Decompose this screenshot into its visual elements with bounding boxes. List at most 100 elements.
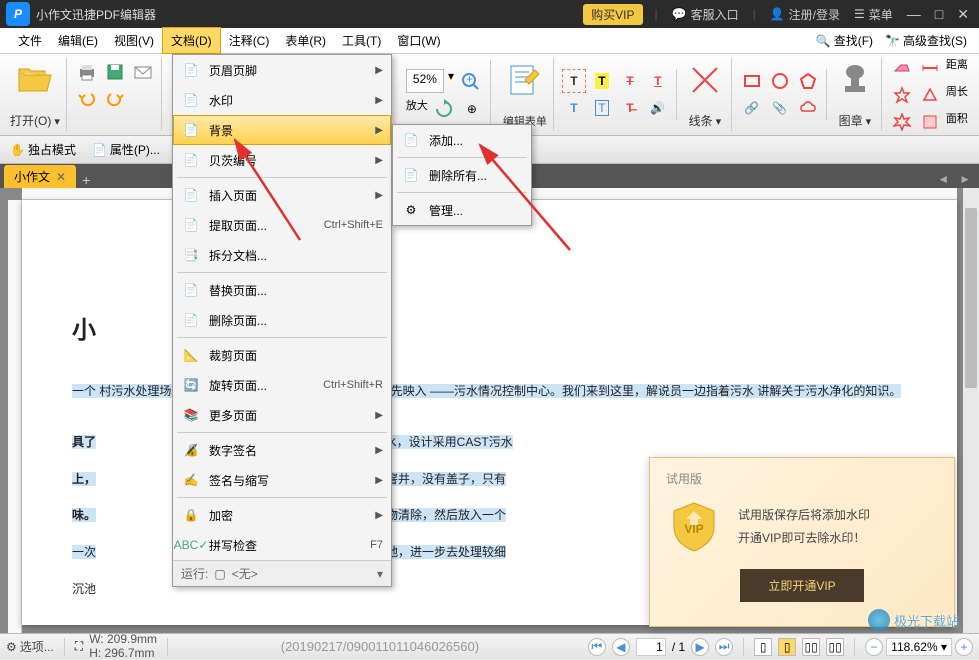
text-edit-icon[interactable]: T xyxy=(562,96,586,120)
page-number-input[interactable] xyxy=(636,638,666,656)
sound-icon[interactable]: 🔊 xyxy=(646,96,670,120)
view-single-button[interactable]: ▯ xyxy=(754,638,772,656)
find-button[interactable]: 🔍 查找(F) xyxy=(810,30,879,51)
dd-crop-page[interactable]: 📐裁剪页面 xyxy=(173,340,391,370)
star-icon[interactable] xyxy=(890,83,914,107)
email-icon[interactable] xyxy=(131,60,155,84)
zoom-percent: 52% xyxy=(406,69,444,93)
rect-icon[interactable] xyxy=(740,69,764,93)
menu-view[interactable]: 视图(V) xyxy=(106,28,162,53)
zoom-in-button[interactable]: + xyxy=(955,638,973,656)
distance-icon[interactable] xyxy=(918,56,942,80)
tab-next-button[interactable]: ► xyxy=(955,170,975,188)
text-tool-icon[interactable]: T xyxy=(562,69,586,93)
edit-form-icon[interactable] xyxy=(505,60,545,100)
pages-icon: 📚 xyxy=(181,405,201,425)
view-facing-button[interactable]: ▯▯ xyxy=(802,638,820,656)
highlight-icon[interactable]: T xyxy=(590,69,614,93)
submenu-delete-all[interactable]: 📄删除所有... xyxy=(393,160,531,190)
menu-document[interactable]: 文档(D) xyxy=(162,27,221,54)
perimeter-icon[interactable] xyxy=(918,83,942,107)
dd-digital-sign[interactable]: 🔏数字签名▶ xyxy=(173,435,391,465)
tab-close-icon[interactable]: ✕ xyxy=(56,170,66,184)
burst-icon[interactable] xyxy=(890,110,914,134)
document-tab[interactable]: 小作文 ✕ xyxy=(4,165,76,188)
text-box-icon[interactable]: T xyxy=(590,96,614,120)
dd-watermark[interactable]: 📄水印▶ xyxy=(173,85,391,115)
stamp-icon[interactable] xyxy=(835,60,875,100)
zoom-out-button[interactable]: − xyxy=(865,638,883,656)
options-button[interactable]: ⚙ 选项... xyxy=(6,638,54,655)
eraser-icon[interactable] xyxy=(890,56,914,80)
zoom-plus-icon[interactable]: ⊕ xyxy=(460,97,484,121)
exclusive-label: 独占模式 xyxy=(28,141,76,158)
undo-icon[interactable] xyxy=(75,86,99,110)
dd-insert-page[interactable]: 📄插入页面▶ xyxy=(173,180,391,210)
dd-extract-page[interactable]: 📄提取页面...Ctrl+Shift+E xyxy=(173,210,391,240)
watermark-icon: 📄 xyxy=(181,90,201,110)
area-icon[interactable] xyxy=(918,110,942,134)
submenu-add[interactable]: 📄添加... xyxy=(393,125,531,155)
menu-window[interactable]: 窗口(W) xyxy=(389,28,448,53)
tab-prev-button[interactable]: ◄ xyxy=(933,170,953,188)
close-button[interactable]: ✕ xyxy=(957,6,969,23)
underline-icon[interactable]: T xyxy=(646,69,670,93)
dd-encrypt[interactable]: 🔒加密▶ xyxy=(173,500,391,530)
lines-icon[interactable] xyxy=(685,60,725,100)
view-facing-cont-button[interactable]: ▯▯ xyxy=(826,638,844,656)
dd-sign-initials[interactable]: ✍签名与缩写▶ xyxy=(173,465,391,495)
advanced-find-button[interactable]: 🔭 高级查找(S) xyxy=(879,30,973,51)
attach-icon[interactable]: 📎 xyxy=(768,96,792,120)
dd-more-pages[interactable]: 📚更多页面▶ xyxy=(173,400,391,430)
dropdown-arrow-icon[interactable]: ▾ xyxy=(448,69,454,93)
buy-vip-button[interactable]: 购买VIP xyxy=(583,4,642,25)
view-continuous-button[interactable]: ▯ xyxy=(778,638,796,656)
save-icon[interactable] xyxy=(103,60,127,84)
zoom-select[interactable]: 118.62% ▾ xyxy=(886,638,952,656)
text-del-icon[interactable]: T̶ xyxy=(618,96,642,120)
properties-button[interactable]: 📄 属性(P)... xyxy=(88,139,164,160)
menu-edit[interactable]: 编辑(E) xyxy=(50,28,106,53)
dd-bates[interactable]: 📄贝茨编号▶ xyxy=(173,145,391,175)
prev-page-button[interactable]: ◀ xyxy=(612,638,630,656)
app-icon: P xyxy=(6,2,30,26)
dd-spellcheck[interactable]: ABC✓拼写检查F7 xyxy=(173,530,391,560)
menu-file[interactable]: 文件 xyxy=(10,28,50,53)
login-link[interactable]: 👤 注册/登录 xyxy=(770,6,840,23)
dd-delete-page[interactable]: 📄删除页面... xyxy=(173,305,391,335)
cloud-icon[interactable] xyxy=(796,96,820,120)
dd-split-doc[interactable]: 📑拆分文档... xyxy=(173,240,391,270)
delete-icon: 📄 xyxy=(181,310,201,330)
scrollbar-thumb[interactable] xyxy=(965,208,977,388)
dd-background[interactable]: 📄背景▶ xyxy=(173,115,391,145)
dd-replace-page[interactable]: 📄替换页面... xyxy=(173,275,391,305)
polygon-icon[interactable] xyxy=(796,69,820,93)
link-icon[interactable]: 🔗 xyxy=(740,96,764,120)
next-page-button[interactable]: ▶ xyxy=(691,638,709,656)
circle-icon[interactable] xyxy=(768,69,792,93)
dd-rotate-page[interactable]: 🔄旋转页面...Ctrl+Shift+R xyxy=(173,370,391,400)
submenu-manage[interactable]: ⚙管理... xyxy=(393,195,531,225)
open-icon[interactable] xyxy=(15,60,55,100)
open-label: 打开(O) ▾ xyxy=(10,112,60,129)
zoom-label: 放大 xyxy=(406,97,428,121)
menu-form[interactable]: 表单(R) xyxy=(277,28,334,53)
vip-cta-button[interactable]: 立即开通VIP xyxy=(740,569,863,602)
exclusive-mode-button[interactable]: ✋ 独占模式 xyxy=(6,139,80,160)
add-tab-button[interactable]: + xyxy=(82,172,90,188)
first-page-button[interactable]: ⏮ xyxy=(588,638,606,656)
last-page-button[interactable]: ⏭ xyxy=(715,638,733,656)
minimize-button[interactable]: — xyxy=(907,6,921,23)
vertical-scrollbar[interactable] xyxy=(963,188,979,633)
refresh-icon[interactable] xyxy=(432,97,456,121)
print-icon[interactable] xyxy=(75,60,99,84)
menu-tools[interactable]: 工具(T) xyxy=(334,28,389,53)
redo-icon[interactable] xyxy=(103,86,127,110)
maximize-button[interactable]: □ xyxy=(935,6,943,23)
zoom-in-icon[interactable]: + xyxy=(458,69,482,93)
hamburger-menu[interactable]: ☰ 菜单 xyxy=(854,6,893,23)
support-link[interactable]: 💬 客服入口 xyxy=(672,6,739,23)
menu-comment[interactable]: 注释(C) xyxy=(221,28,278,53)
strikethrough-icon[interactable]: T xyxy=(618,69,642,93)
dd-header-footer[interactable]: 📄页眉页脚▶ xyxy=(173,55,391,85)
